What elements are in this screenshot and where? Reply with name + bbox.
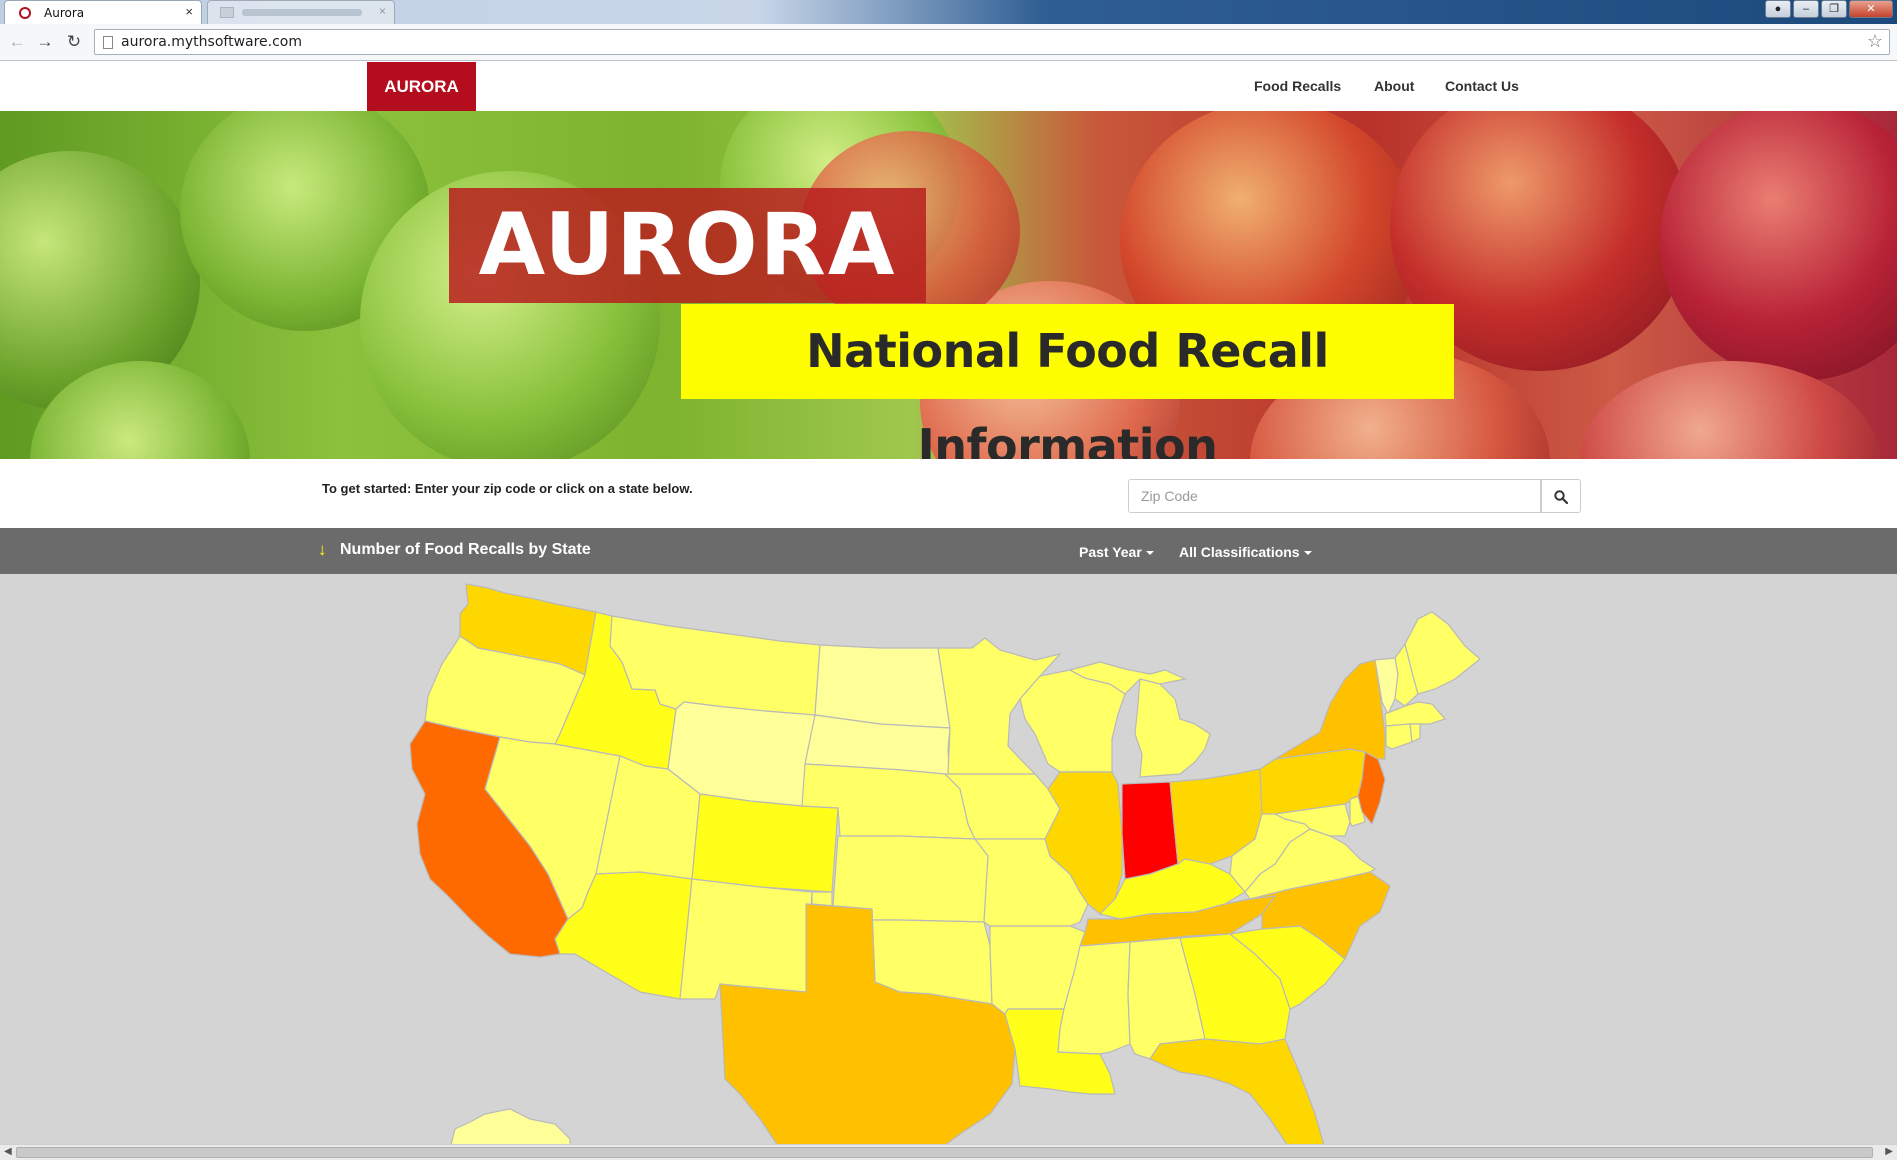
caret-down-icon (1145, 551, 1154, 556)
url-text[interactable]: aurora.mythsoftware.com (121, 34, 302, 50)
tab-title-blurred (242, 9, 362, 16)
state-RI[interactable] (1409, 723, 1421, 743)
map-header-bar: ↓ Number of Food Recalls by State Past Y… (0, 528, 1897, 574)
state-NM[interactable] (679, 878, 813, 1000)
forward-arrow-icon[interactable]: → (35, 32, 55, 52)
state-IN[interactable] (1121, 781, 1179, 880)
image-file-icon (220, 7, 234, 18)
user-icon[interactable]: ● (1765, 0, 1791, 18)
brand-logo-button[interactable]: AURORA (367, 62, 476, 111)
address-bar[interactable]: aurora.mythsoftware.com ☆ (94, 29, 1890, 55)
state-MA[interactable] (1384, 701, 1447, 727)
state-WI[interactable] (1019, 669, 1126, 773)
back-arrow-icon[interactable]: ← (7, 32, 27, 52)
hero-title-box: AURORA (449, 188, 926, 303)
caret-down-icon (1303, 551, 1312, 556)
horizontal-scrollbar[interactable]: ◀ ▶ (0, 1144, 1897, 1160)
hero-subtitle-box: National Food Recall Information (681, 304, 1454, 459)
site-navbar: AURORA Food Recalls About Contact Us (0, 62, 1897, 111)
window-close-icon[interactable]: ✕ (1849, 0, 1893, 18)
state-MI[interactable] (1134, 678, 1211, 778)
classification-dropdown-label: All Classifications (1179, 544, 1300, 560)
browser-tab-inactive[interactable]: × (207, 0, 395, 24)
scroll-left-arrow-icon[interactable]: ◀ (4, 1146, 12, 1157)
red-apple-image (1660, 111, 1897, 381)
tab-close-icon[interactable]: × (185, 4, 193, 19)
state-ND[interactable] (814, 644, 951, 729)
search-icon (1554, 490, 1568, 504)
tab-title: Aurora (44, 6, 85, 20)
period-dropdown[interactable]: Past Year (1079, 544, 1154, 560)
restore-icon[interactable]: ❐ (1821, 0, 1847, 18)
classification-dropdown[interactable]: All Classifications (1179, 544, 1312, 560)
nav-link-food-recalls[interactable]: Food Recalls (1254, 78, 1341, 94)
state-NY[interactable] (1274, 659, 1386, 760)
zip-search-button[interactable] (1541, 479, 1581, 513)
state-ME[interactable] (1404, 611, 1481, 695)
page-icon (103, 36, 113, 49)
state-CO[interactable] (691, 793, 839, 893)
hero-banner: AURORA National Food Recall Information (0, 111, 1897, 459)
browser-tab-aurora[interactable]: Aurora × (4, 0, 202, 24)
state-FL[interactable] (1149, 1038, 1325, 1144)
scrollbar-thumb[interactable] (16, 1147, 1873, 1158)
us-recall-map (409, 583, 1481, 1144)
get-started-bar: To get started: Enter your zip code or c… (0, 459, 1897, 528)
tab-close-icon[interactable]: × (379, 4, 386, 18)
scroll-right-arrow-icon[interactable]: ▶ (1885, 1146, 1893, 1157)
nav-link-contact-us[interactable]: Contact Us (1445, 78, 1519, 94)
hero-title: AURORA (478, 195, 897, 295)
browser-tabstrip: Aurora × × ● – ❐ ✕ (0, 0, 1897, 24)
arrow-down-icon: ↓ (318, 540, 327, 559)
bookmark-star-icon[interactable]: ☆ (1867, 31, 1883, 52)
browser-toolbar: ← → ↻ aurora.mythsoftware.com ☆ (0, 24, 1897, 61)
hero-subtitle: National Food Recall Information (806, 324, 1329, 459)
map-section-title: Number of Food Recalls by State (340, 541, 591, 558)
zip-code-input[interactable] (1128, 479, 1541, 513)
window-controls: ● – ❐ ✕ (1765, 0, 1893, 20)
state-AK[interactable] (450, 1108, 571, 1144)
state-CT[interactable] (1385, 723, 1413, 750)
nav-link-about[interactable]: About (1374, 78, 1414, 94)
reload-icon[interactable]: ↻ (64, 32, 84, 52)
us-map-area (0, 574, 1897, 1144)
period-dropdown-label: Past Year (1079, 544, 1142, 560)
get-started-text: To get started: Enter your zip code or c… (322, 481, 693, 496)
aurora-favicon-icon (19, 7, 31, 19)
minimize-icon[interactable]: – (1793, 0, 1819, 18)
